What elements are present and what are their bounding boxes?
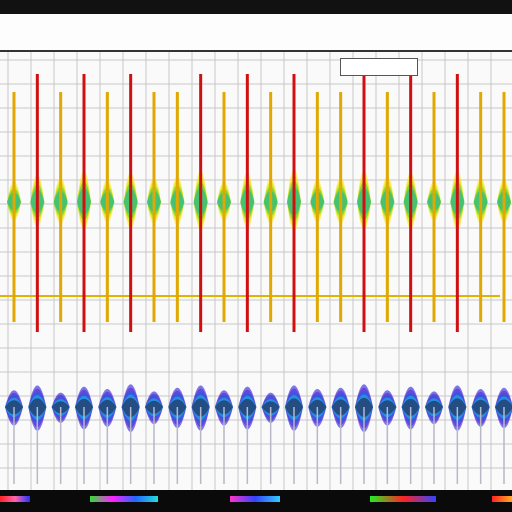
spike-bar bbox=[12, 92, 16, 322]
color-scale-bars bbox=[0, 496, 512, 502]
spike-bar bbox=[385, 92, 389, 322]
spike-bar bbox=[222, 92, 226, 322]
spike-bar bbox=[362, 74, 366, 332]
color-scale-bar bbox=[492, 496, 512, 502]
spike-bar bbox=[292, 74, 296, 332]
spike-bar bbox=[105, 92, 109, 322]
spike-bar bbox=[59, 92, 63, 322]
spike-bar bbox=[409, 74, 413, 332]
spike-bar bbox=[479, 92, 483, 322]
spike-bar bbox=[129, 74, 133, 332]
spike-bar bbox=[432, 92, 436, 322]
spike-bar bbox=[269, 92, 273, 322]
spike-bar bbox=[199, 74, 203, 332]
legend-box bbox=[340, 58, 418, 76]
color-scale-bar bbox=[230, 496, 280, 502]
color-scale-bar bbox=[0, 496, 30, 502]
spike-bar bbox=[82, 74, 86, 332]
chart-header bbox=[0, 14, 512, 52]
spike-bar bbox=[315, 92, 319, 322]
spike-bar bbox=[245, 74, 249, 332]
spike-bar bbox=[502, 92, 506, 322]
spike-bar bbox=[35, 74, 39, 332]
spike-bar bbox=[152, 92, 156, 322]
spike-bar bbox=[175, 92, 179, 322]
spike-bar bbox=[339, 92, 343, 322]
color-scale-bar bbox=[90, 496, 158, 502]
signal-chart bbox=[0, 52, 512, 490]
color-scale-bar bbox=[370, 496, 436, 502]
spike-bar bbox=[455, 74, 459, 332]
